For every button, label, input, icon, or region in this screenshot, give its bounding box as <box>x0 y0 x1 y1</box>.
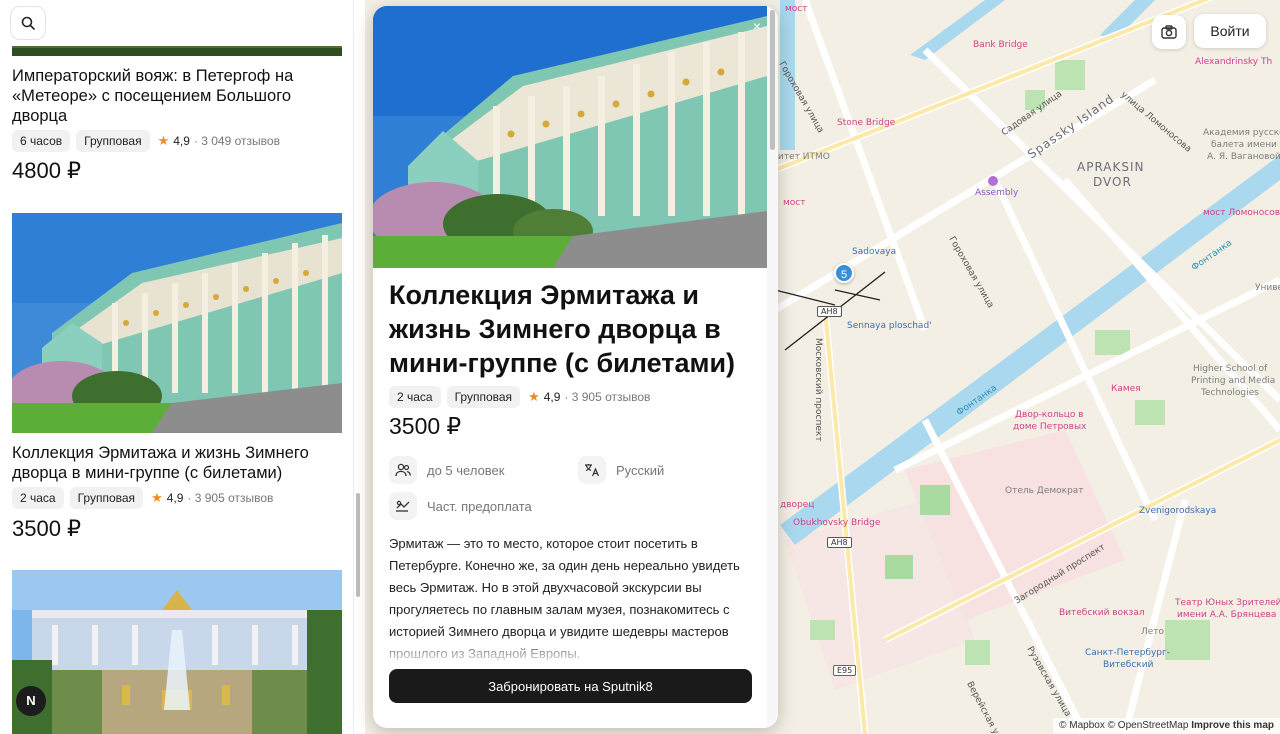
map-label: Sadovaya <box>852 247 897 257</box>
map-label: мост Ломоносова <box>1203 208 1280 218</box>
tour-card-image[interactable] <box>12 213 342 433</box>
tour-card-title[interactable]: Императорский вояж: в Петергоф на «Метео… <box>12 66 332 126</box>
rating: ★ 4,9 · 3 905 отзывов <box>528 389 650 405</box>
tour-card-title[interactable]: Коллекция Эрмитажа и жизнь Зимнего дворц… <box>12 443 332 483</box>
modal-scrollbar[interactable] <box>770 10 775 150</box>
map-label: Technologies <box>1201 388 1259 398</box>
map-label: Лето <box>1141 627 1165 637</box>
poi-icon[interactable] <box>988 176 998 186</box>
map-label: Театр Юных Зрителей <box>1175 598 1280 608</box>
map-label: Sennaya ploschad' <box>847 321 932 331</box>
reviews-count: · 3 049 отзывов <box>193 134 280 148</box>
type-chip: Групповая <box>446 386 521 408</box>
map-label: Alexandrinsky Th <box>1195 57 1273 67</box>
tour-card-tags: 6 часов Групповая ★ 4,9 · 3 049 отзывов <box>12 130 280 152</box>
map-label: Камея <box>1111 384 1141 394</box>
tour-title: Коллекция Эрмитажа и жизнь Зимнего дворц… <box>389 280 736 378</box>
rating: ★ 4,9 · 3 905 отзывов <box>151 490 273 506</box>
login-button[interactable]: Войти <box>1194 14 1266 48</box>
rating-value: 4,9 <box>543 390 561 404</box>
payment-icon <box>389 492 417 520</box>
list-scrollbar[interactable] <box>356 493 360 597</box>
camera-icon[interactable] <box>1152 15 1186 49</box>
map-label: Санкт-Петербург- <box>1085 648 1170 658</box>
book-button[interactable]: Забронировать на Sputnik8 <box>389 669 752 703</box>
map-label: Униве <box>1255 283 1280 293</box>
duration-chip: 2 часа <box>12 487 64 509</box>
tour-detail-modal: × Коллекция Эрмитажа и жизнь Зимнего дво… <box>373 6 778 728</box>
close-icon[interactable]: × <box>747 16 767 36</box>
search-button[interactable] <box>10 6 46 40</box>
map-label: имени А.А. Брянцева <box>1177 610 1277 620</box>
reviews-count: · 3 905 отзывов <box>564 390 651 404</box>
map-label: Printing and Media <box>1191 376 1276 386</box>
rating-value: 4,9 <box>166 491 184 505</box>
reviews-count: · 3 905 отзывов <box>187 491 274 505</box>
payment-text: Част. предоплата <box>427 498 532 514</box>
map-label: итет ИТМО <box>778 152 830 162</box>
map-label: мост <box>785 4 808 14</box>
tour-price: 3500 ₽ <box>389 413 462 439</box>
map-label: Витебский вокзал <box>1059 608 1145 618</box>
tour-card-image[interactable] <box>12 570 342 734</box>
osm-link[interactable]: © OpenStreetMap <box>1108 720 1189 731</box>
description-fade <box>373 636 767 666</box>
map-label: Zvenigorodskaya <box>1139 506 1217 516</box>
duration-chip: 2 часа <box>389 386 441 408</box>
tour-card-price: 4800 ₽ <box>12 158 82 183</box>
language-text: Русский <box>616 462 665 478</box>
metro-station-marker[interactable]: 5 <box>834 263 854 283</box>
map-label: Московский проспект <box>813 338 823 442</box>
tour-card-price: 3500 ₽ <box>12 516 82 541</box>
map-label: Stone Bridge <box>837 118 896 128</box>
star-icon: ★ <box>528 389 540 404</box>
map-label: Bank Bridge <box>973 40 1028 50</box>
improve-map-link[interactable]: Improve this map <box>1191 720 1274 731</box>
map-label: балета имени <box>1211 140 1277 150</box>
duration-chip: 6 часов <box>12 130 71 152</box>
road-shield: AH8 <box>817 306 842 317</box>
map-label: А. Я. Вагановой <box>1207 152 1280 162</box>
star-icon: ★ <box>157 133 170 148</box>
rating-value: 4,9 <box>173 134 190 148</box>
tour-list-panel: Императорский вояж: в Петергоф на «Метео… <box>0 0 365 734</box>
map-label: Двор-кольцо в <box>1015 410 1084 420</box>
tour-card-tags: 2 часа Групповая ★ 4,9 · 3 905 отзывов <box>12 487 273 509</box>
map-label: Отель Демократ <box>1005 486 1084 496</box>
translate-icon <box>578 456 606 484</box>
tour-photo <box>373 6 767 268</box>
avatar[interactable]: N <box>16 686 46 716</box>
type-chip: Групповая <box>69 487 144 509</box>
rating: ★ 4,9 · 3 049 отзывов <box>158 133 280 149</box>
people-icon <box>389 456 417 484</box>
star-icon: ★ <box>151 490 163 505</box>
tour-card-image[interactable] <box>12 0 342 56</box>
type-chip: Групповая <box>76 130 150 152</box>
map-label: APRAKSIN <box>1077 160 1145 174</box>
map-label: мост <box>783 198 806 208</box>
map-label: Higher School of <box>1193 364 1268 374</box>
map-label: DVOR <box>1093 175 1132 189</box>
map-label: Академия русского <box>1203 128 1280 138</box>
group-size-text: до 5 человек <box>427 462 505 478</box>
map-label: Obukhovsky Bridge <box>793 518 881 528</box>
map-label: доме Петровых <box>1013 422 1087 432</box>
language-feature: Русский <box>578 456 664 484</box>
search-icon <box>21 16 35 30</box>
group-size-feature: до 5 человек <box>389 456 504 484</box>
panel-divider <box>353 0 354 734</box>
map-attribution: © Mapbox © OpenStreetMap Improve this ma… <box>1053 718 1280 734</box>
payment-feature: Част. предоплата <box>389 492 532 520</box>
road-shield: E95 <box>833 665 857 676</box>
mapbox-link[interactable]: © Mapbox <box>1059 720 1105 731</box>
map-label: Assembly <box>975 188 1019 198</box>
road-shield: AH8 <box>827 537 852 548</box>
map-label: Витебский <box>1103 660 1154 670</box>
map-label: дворец <box>780 500 815 510</box>
tour-tags: 2 часа Групповая ★ 4,9 · 3 905 отзывов <box>389 386 650 408</box>
